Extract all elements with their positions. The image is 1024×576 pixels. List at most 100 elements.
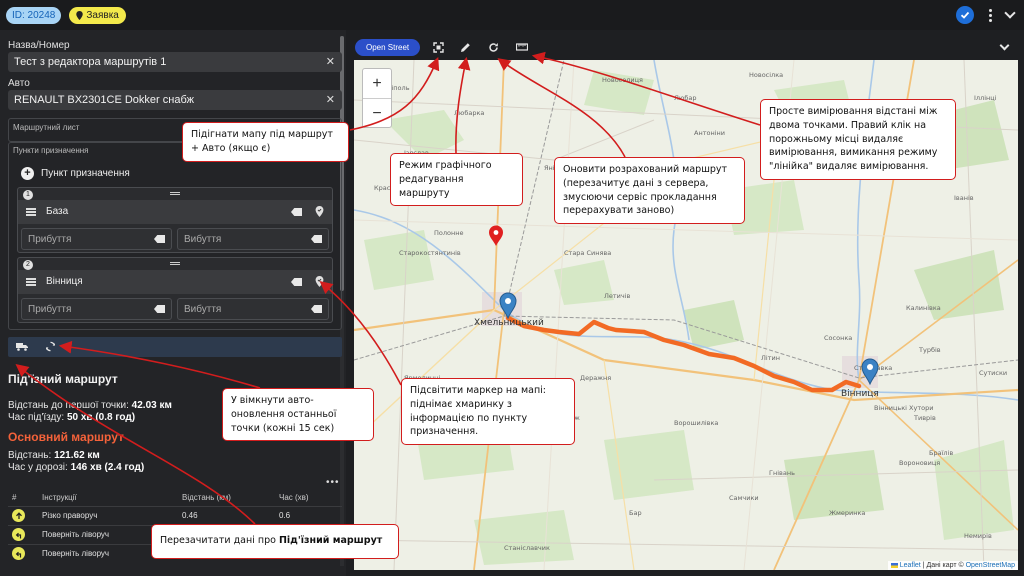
approach-title: Під'їзний маршрут bbox=[8, 372, 118, 386]
map-attribution: Leaflet | Дані карт © OpenStreetMap bbox=[887, 561, 1018, 570]
ruler-icon[interactable] bbox=[516, 43, 528, 51]
add-destination-button[interactable]: + Пункт призначення bbox=[21, 167, 130, 180]
confirm-button[interactable] bbox=[956, 6, 974, 24]
backspace-icon[interactable] bbox=[311, 305, 322, 313]
status-label: Заявка bbox=[86, 9, 119, 21]
map-place-label: Новоселиця bbox=[602, 76, 643, 84]
backspace-icon[interactable] bbox=[154, 235, 165, 243]
col-header: # bbox=[12, 493, 17, 503]
car-value: RENAULT BX2301CE Dokker снабж bbox=[14, 94, 194, 106]
map-place-label: Іванів bbox=[954, 194, 974, 202]
locate-pin-icon[interactable] bbox=[315, 276, 324, 287]
map-place-label: Сосонка bbox=[824, 334, 852, 342]
car-label: Авто bbox=[8, 78, 30, 89]
map-toolbar: Open Street bbox=[354, 34, 1018, 60]
col-header: Інструкції bbox=[42, 493, 77, 503]
map-place-label: Іллінці bbox=[974, 94, 997, 102]
backspace-icon[interactable] bbox=[154, 305, 165, 313]
map-place-label: Любар bbox=[674, 94, 696, 102]
zoom-out-button[interactable]: − bbox=[363, 99, 391, 129]
refresh-icon[interactable] bbox=[488, 42, 499, 53]
main-distance: Відстань: 121.62 км bbox=[8, 450, 100, 461]
zoom-in-button[interactable]: + bbox=[363, 69, 391, 99]
departure-input[interactable]: Вибуття bbox=[177, 298, 329, 320]
instruction-text: Різко праворуч bbox=[42, 505, 182, 525]
map-place-label: Деражня bbox=[580, 374, 611, 382]
main-distance-value: 121.62 км bbox=[54, 450, 100, 461]
drag-handle-icon[interactable] bbox=[170, 192, 180, 195]
map-place-label: Гнівань bbox=[769, 469, 795, 477]
map-place-label: Полонне bbox=[434, 229, 464, 237]
map-place-label: Стара Синява bbox=[564, 249, 611, 257]
drag-handle-icon[interactable] bbox=[170, 262, 180, 265]
map-place-label: Літин bbox=[761, 354, 780, 362]
instruction-time: 0.6 bbox=[279, 505, 342, 525]
menu-icon[interactable] bbox=[26, 208, 36, 216]
callout-reload-prefix: Перезачитати дані про bbox=[160, 535, 279, 546]
stop-row: База bbox=[18, 200, 332, 224]
col-header: Час (хв) bbox=[279, 493, 309, 503]
status-chip: Заявка bbox=[69, 6, 126, 24]
approach-distance: Відстань до першої точки: 42.03 км bbox=[8, 400, 172, 411]
locate-pin-icon[interactable] bbox=[315, 206, 324, 217]
map-place-label: Тиврів bbox=[913, 414, 936, 422]
stop-name: Вінниця bbox=[46, 276, 83, 287]
osm-link[interactable]: OpenStreetMap bbox=[966, 562, 1015, 569]
main-time: Час у дорозі: 146 хв (2.4 год) bbox=[8, 462, 144, 473]
approach-distance-value: 42.03 км bbox=[131, 400, 172, 411]
more-menu-button[interactable] bbox=[988, 8, 992, 22]
map-place-label: Вінниця bbox=[841, 389, 879, 399]
map-place-label: Вороновиця bbox=[899, 459, 940, 467]
car-select[interactable]: RENAULT BX2301CE Dokker снабж ✕ bbox=[8, 90, 342, 110]
truck-icon[interactable] bbox=[16, 342, 28, 351]
pencil-icon[interactable] bbox=[460, 42, 471, 53]
callout-reload-bold: Під'їзний маршрут bbox=[278, 535, 383, 546]
stop-name: База bbox=[46, 206, 69, 217]
map-place-label: Любарка bbox=[454, 109, 484, 117]
map-place-label: Турбів bbox=[918, 346, 941, 354]
layer-button[interactable]: Open Street bbox=[355, 39, 421, 56]
ukraine-flag-icon bbox=[890, 562, 898, 568]
arrival-input[interactable]: Прибуття bbox=[21, 228, 172, 250]
map-place-label: Летичів bbox=[604, 292, 631, 300]
name-input[interactable]: Тест з редактора маршрутів 1 ✕ bbox=[8, 52, 342, 72]
main-route-title: Основний маршрут bbox=[8, 430, 124, 444]
name-label: Назва/Номер bbox=[8, 40, 70, 51]
clear-name-icon[interactable]: ✕ bbox=[326, 55, 335, 68]
map-place-label: Браїлів bbox=[929, 449, 953, 457]
arrival-placeholder: Прибуття bbox=[28, 234, 72, 245]
arrival-placeholder: Прибуття bbox=[28, 304, 72, 315]
attribution-text: | Дані карт © bbox=[920, 562, 966, 569]
backspace-icon[interactable] bbox=[311, 235, 322, 243]
plus-icon: + bbox=[21, 167, 34, 180]
backspace-icon[interactable] bbox=[291, 208, 302, 216]
departure-placeholder: Вибуття bbox=[184, 304, 222, 315]
id-chip: ID: 20248 bbox=[6, 6, 62, 24]
col-header: Відстань (км) bbox=[182, 493, 231, 503]
approach-time: Час під'їзду: 50 хв (0.8 год) bbox=[8, 412, 135, 423]
callout-autoupdate: У вімкнути авто-оновлення останньої точк… bbox=[222, 388, 374, 442]
main-time-label: Час у дорозі: bbox=[8, 462, 68, 473]
map-place-label: Бар bbox=[629, 509, 642, 517]
autorenew-icon[interactable] bbox=[45, 341, 56, 352]
backspace-icon[interactable] bbox=[291, 278, 302, 286]
chevron-down-icon[interactable] bbox=[1004, 7, 1016, 19]
approach-time-label: Час під'їзду: bbox=[8, 412, 65, 423]
collapse-chevron-icon[interactable] bbox=[999, 40, 1010, 51]
callout-refresh: Оновити розрахований маршрут (перезачиту… bbox=[554, 157, 745, 225]
fit-bounds-icon[interactable] bbox=[433, 42, 444, 53]
leaflet-link[interactable]: Leaflet bbox=[890, 562, 921, 569]
zoom-control: + − bbox=[362, 68, 392, 128]
turn-left-icon bbox=[12, 547, 25, 561]
table-row[interactable]: Різко праворуч 0.46 0.6 bbox=[8, 505, 342, 525]
table-more-button[interactable]: ••• bbox=[326, 477, 340, 488]
main-time-value: 146 хв (2.4 год) bbox=[70, 462, 145, 473]
add-destination-label: Пункт призначення bbox=[41, 168, 130, 179]
stop-row: Вінниця bbox=[18, 270, 332, 294]
map-place-label: Жмеринка bbox=[829, 509, 865, 517]
map-place-label: Хмельницький bbox=[474, 318, 544, 328]
clear-car-icon[interactable]: ✕ bbox=[326, 93, 335, 106]
departure-input[interactable]: Вибуття bbox=[177, 228, 329, 250]
arrival-input[interactable]: Прибуття bbox=[21, 298, 172, 320]
menu-icon[interactable] bbox=[26, 278, 36, 286]
